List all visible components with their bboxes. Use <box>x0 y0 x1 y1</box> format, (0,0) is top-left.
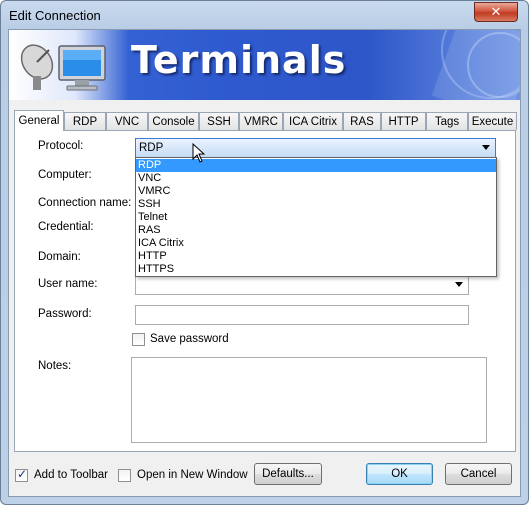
tab-vmrc[interactable]: VMRC <box>239 112 283 130</box>
close-button[interactable]: ✕ <box>474 2 518 22</box>
tab-ica-citrix[interactable]: ICA Citrix <box>283 112 343 130</box>
domain-label: Domain: <box>38 251 81 263</box>
defaults-button[interactable]: Defaults... <box>254 463 322 485</box>
banner-decoration <box>431 30 520 100</box>
terminal-computer-icon <box>20 44 106 91</box>
protocol-option-vmrc[interactable]: VMRC <box>136 185 496 198</box>
tab-general[interactable]: General <box>14 110 64 131</box>
title-bar[interactable]: Edit Connection ✕ <box>1 1 528 29</box>
checkmark-icon: ✓ <box>17 467 28 481</box>
username-label: User name: <box>38 278 98 290</box>
password-label: Password: <box>38 308 92 320</box>
computer-label: Computer: <box>38 169 92 181</box>
protocol-select[interactable]: RDP <box>135 138 496 158</box>
tab-rdp[interactable]: RDP <box>64 112 106 130</box>
chevron-down-icon <box>482 145 490 150</box>
banner-title: Terminals <box>131 38 347 82</box>
open-new-window-label: Open in New Window <box>137 469 248 481</box>
tab-http[interactable]: HTTP <box>381 112 426 130</box>
protocol-option-ssh[interactable]: SSH <box>136 198 496 211</box>
add-to-toolbar-checkbox[interactable]: ✓ <box>15 467 28 482</box>
tab-console[interactable]: Console <box>148 112 199 130</box>
protocol-label: Protocol: <box>38 140 84 152</box>
tab-tags[interactable]: Tags <box>426 112 468 130</box>
protocol-option-http[interactable]: HTTP <box>136 250 496 263</box>
close-icon: ✕ <box>490 4 502 19</box>
protocol-option-telnet[interactable]: Telnet <box>136 211 496 224</box>
save-password-checkbox[interactable] <box>132 333 145 346</box>
dialog-client-area: Terminals General RDP VNC Console SSH VM… <box>8 29 521 497</box>
save-password-label: Save password <box>150 333 229 345</box>
cancel-button[interactable]: Cancel <box>445 463 512 485</box>
open-new-window-checkbox[interactable] <box>118 469 131 482</box>
tab-execute[interactable]: Execute <box>468 112 517 130</box>
ok-button[interactable]: OK <box>366 463 433 485</box>
protocol-option-ras[interactable]: RAS <box>136 224 496 237</box>
protocol-option-https[interactable]: HTTPS <box>136 263 496 276</box>
connection-name-label: Connection name: <box>38 197 132 209</box>
notes-label: Notes: <box>38 360 72 372</box>
username-combo[interactable] <box>135 275 469 295</box>
tab-ssh[interactable]: SSH <box>199 112 239 130</box>
add-to-toolbar-label: Add to Toolbar <box>34 469 108 481</box>
chevron-down-icon <box>455 282 463 287</box>
window-title: Edit Connection <box>9 8 101 23</box>
tab-strip: General RDP VNC Console SSH VMRC ICA Cit… <box>14 110 517 131</box>
mouse-pointer-icon <box>192 143 206 163</box>
protocol-option-ica-citrix[interactable]: ICA Citrix <box>136 237 496 250</box>
notes-textarea[interactable] <box>131 357 487 443</box>
protocol-dropdown-list: RDP VNC VMRC SSH Telnet RAS ICA Citrix H… <box>135 157 497 277</box>
edit-connection-window: Edit Connection ✕ Terminals General RDP … <box>0 0 529 505</box>
tab-ras[interactable]: RAS <box>343 112 381 130</box>
protocol-option-rdp[interactable]: RDP <box>136 159 496 172</box>
password-input[interactable] <box>135 305 469 325</box>
protocol-select-value: RDP <box>139 142 164 154</box>
protocol-option-vnc[interactable]: VNC <box>136 172 496 185</box>
credential-label: Credential: <box>38 221 94 233</box>
banner: Terminals <box>9 30 520 100</box>
tab-vnc[interactable]: VNC <box>106 112 148 130</box>
